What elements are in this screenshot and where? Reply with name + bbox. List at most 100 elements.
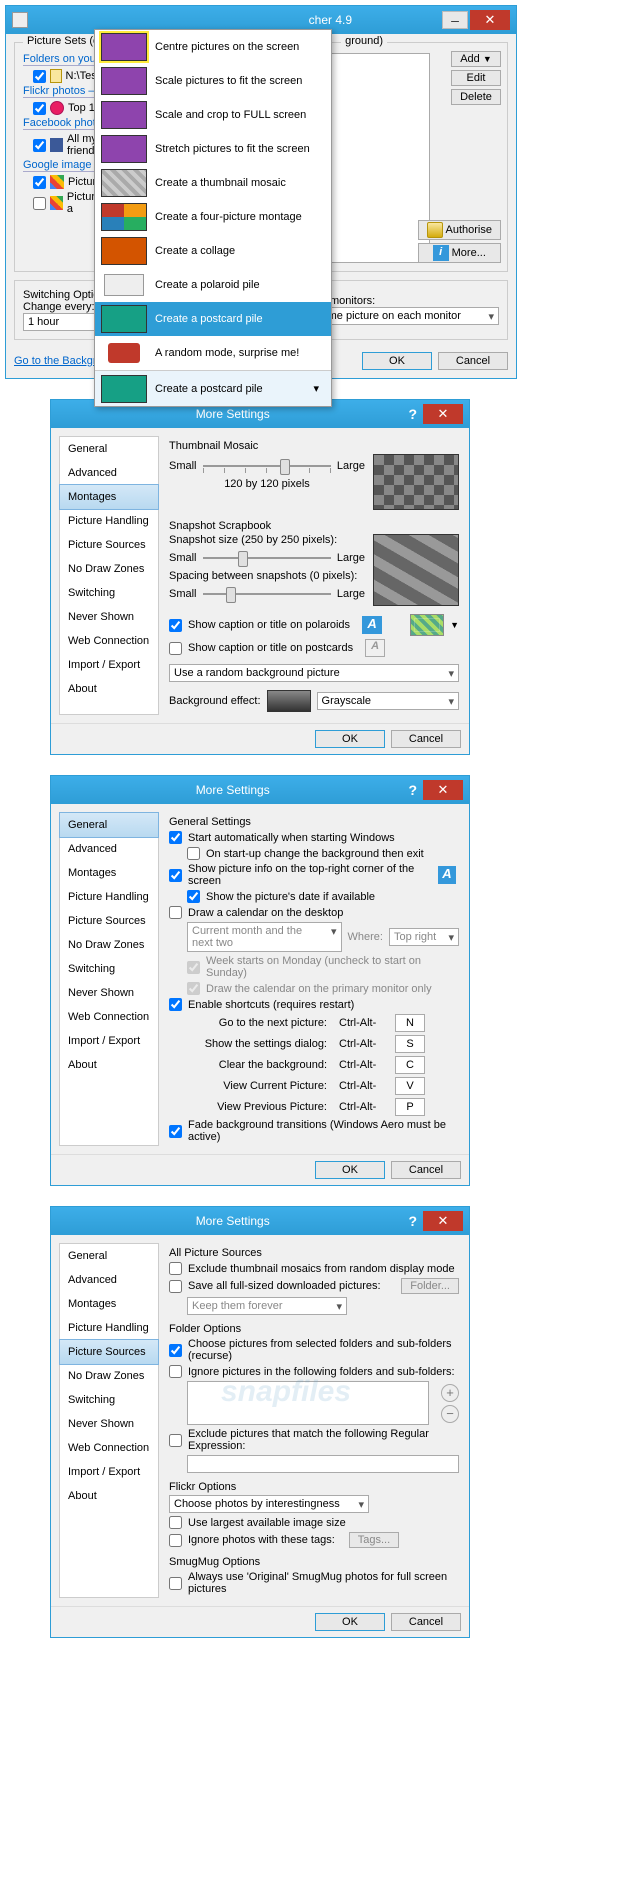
delete-button[interactable]: Delete	[451, 89, 501, 105]
close-button[interactable]: ✕	[470, 10, 510, 30]
cancel-button[interactable]: Cancel	[438, 352, 508, 370]
tab-about[interactable]: About	[60, 1053, 158, 1077]
regex-input[interactable]	[187, 1455, 459, 1473]
tab-advanced[interactable]: Advanced	[60, 1268, 158, 1292]
tab-general[interactable]: General	[59, 812, 159, 838]
chk-recurse[interactable]	[169, 1344, 182, 1357]
tab-web-connection[interactable]: Web Connection	[60, 1005, 158, 1029]
close-button[interactable]: ✕	[423, 780, 463, 800]
tab-no-draw-zones[interactable]: No Draw Zones	[60, 557, 158, 581]
ok-button[interactable]: OK	[315, 730, 385, 748]
chk-calendar[interactable]	[169, 906, 182, 919]
mode-four-montage[interactable]: Create a four-picture montage	[95, 200, 331, 234]
help-button[interactable]: ?	[408, 782, 417, 798]
chk-friends[interactable]	[33, 139, 46, 152]
tab-picture-sources[interactable]: Picture Sources	[59, 1339, 159, 1365]
spacing-slider[interactable]	[203, 584, 331, 604]
add-folder-button[interactable]: +	[441, 1384, 459, 1402]
cancel-button[interactable]: Cancel	[391, 1161, 461, 1179]
add-button[interactable]: Add ▼	[451, 51, 501, 67]
tab-picture-handling[interactable]: Picture Handling	[60, 1316, 158, 1340]
chk-shortcuts[interactable]	[169, 998, 182, 1011]
tab-advanced[interactable]: Advanced	[60, 837, 158, 861]
tab-switching[interactable]: Switching	[60, 957, 158, 981]
ok-button[interactable]: OK	[315, 1161, 385, 1179]
tab-picture-handling[interactable]: Picture Handling	[60, 885, 158, 909]
sc-key-clear[interactable]: C	[395, 1056, 425, 1074]
chk-caption-postcard[interactable]	[169, 642, 182, 655]
cancel-button[interactable]: Cancel	[391, 730, 461, 748]
tab-picture-sources[interactable]: Picture Sources	[60, 909, 158, 933]
mode-postcard-pile[interactable]: Create a postcard pile	[95, 302, 331, 336]
chk-regex[interactable]	[169, 1434, 182, 1447]
chk-smugmug-original[interactable]	[169, 1577, 182, 1590]
flickr-sort-select[interactable]: Choose photos by interestingness	[169, 1495, 369, 1513]
mode-stretch[interactable]: Stretch pictures to fit the screen	[95, 132, 331, 166]
mode-combo[interactable]: Create a postcard pile	[95, 370, 331, 406]
palette-button[interactable]	[410, 614, 444, 636]
sc-key-next[interactable]: N	[395, 1014, 425, 1032]
help-button[interactable]: ?	[408, 406, 417, 422]
close-button[interactable]: ✕	[423, 1211, 463, 1231]
chk-exclude-mosaic[interactable]	[169, 1262, 182, 1275]
font-icon[interactable]: A	[362, 616, 382, 634]
mosaic-size-slider[interactable]	[203, 456, 331, 476]
chk-ignore-folders[interactable]	[169, 1365, 182, 1378]
mode-polaroid-pile[interactable]: Create a polaroid pile	[95, 268, 331, 302]
chk-pics2[interactable]	[33, 197, 46, 210]
tab-web-connection[interactable]: Web Connection	[60, 629, 158, 653]
ok-button[interactable]: OK	[315, 1613, 385, 1631]
tab-picture-handling[interactable]: Picture Handling	[60, 509, 158, 533]
chk-ignore-tags[interactable]	[169, 1534, 182, 1547]
effect-select[interactable]: Grayscale	[317, 692, 459, 710]
minimize-button[interactable]: –	[442, 11, 468, 29]
tab-no-draw-zones[interactable]: No Draw Zones	[60, 933, 158, 957]
help-button[interactable]: ?	[408, 1213, 417, 1229]
ignore-folders-list[interactable]	[187, 1381, 429, 1425]
tab-about[interactable]: About	[60, 677, 158, 701]
tab-switching[interactable]: Switching	[60, 1388, 158, 1412]
mode-centre[interactable]: Centre pictures on the screen	[95, 30, 331, 64]
chk-save-fullsize[interactable]	[169, 1280, 182, 1293]
tab-never-shown[interactable]: Never Shown	[60, 605, 158, 629]
remove-folder-button[interactable]: −	[441, 1405, 459, 1423]
font-icon[interactable]: A	[438, 866, 456, 884]
mode-random[interactable]: A random mode, surprise me!	[95, 336, 331, 370]
tab-montages[interactable]: Montages	[60, 861, 158, 885]
chk-start-auto[interactable]	[169, 831, 182, 844]
tab-montages[interactable]: Montages	[59, 484, 159, 510]
mode-scale-crop[interactable]: Scale and crop to FULL screen	[95, 98, 331, 132]
ok-button[interactable]: OK	[362, 352, 432, 370]
mode-scale-fit[interactable]: Scale pictures to fit the screen	[95, 64, 331, 98]
sc-key-settings[interactable]: S	[395, 1035, 425, 1053]
tab-switching[interactable]: Switching	[60, 581, 158, 605]
chk-show-date[interactable]	[187, 890, 200, 903]
close-button[interactable]: ✕	[423, 404, 463, 424]
chk-pics1[interactable]	[33, 176, 46, 189]
snapshot-size-slider[interactable]	[203, 548, 331, 568]
tab-import-export[interactable]: Import / Export	[60, 1460, 158, 1484]
chk-top100[interactable]	[33, 102, 46, 115]
chk-fade[interactable]	[169, 1125, 182, 1138]
authorise-button[interactable]: Authorise	[418, 220, 501, 240]
tab-web-connection[interactable]: Web Connection	[60, 1436, 158, 1460]
edit-button[interactable]: Edit	[451, 70, 501, 86]
random-bg-select[interactable]: Use a random background picture	[169, 664, 459, 682]
tab-about[interactable]: About	[60, 1484, 158, 1508]
tab-no-draw-zones[interactable]: No Draw Zones	[60, 1364, 158, 1388]
mode-thumbnail-mosaic[interactable]: Create a thumbnail mosaic	[95, 166, 331, 200]
tab-general[interactable]: General	[60, 437, 158, 461]
tab-advanced[interactable]: Advanced	[60, 461, 158, 485]
tab-never-shown[interactable]: Never Shown	[60, 1412, 158, 1436]
chk-startup-exit[interactable]	[187, 847, 200, 860]
tab-general[interactable]: General	[60, 1244, 158, 1268]
tab-picture-sources[interactable]: Picture Sources	[60, 533, 158, 557]
mode-collage[interactable]: Create a collage	[95, 234, 331, 268]
chk-show-info[interactable]	[169, 869, 182, 882]
chk-caption-polaroid[interactable]	[169, 619, 182, 632]
tab-never-shown[interactable]: Never Shown	[60, 981, 158, 1005]
tab-import-export[interactable]: Import / Export	[60, 1029, 158, 1053]
tab-import-export[interactable]: Import / Export	[60, 653, 158, 677]
sc-key-view-current[interactable]: V	[395, 1077, 425, 1095]
chk-testfiles[interactable]	[33, 70, 46, 83]
